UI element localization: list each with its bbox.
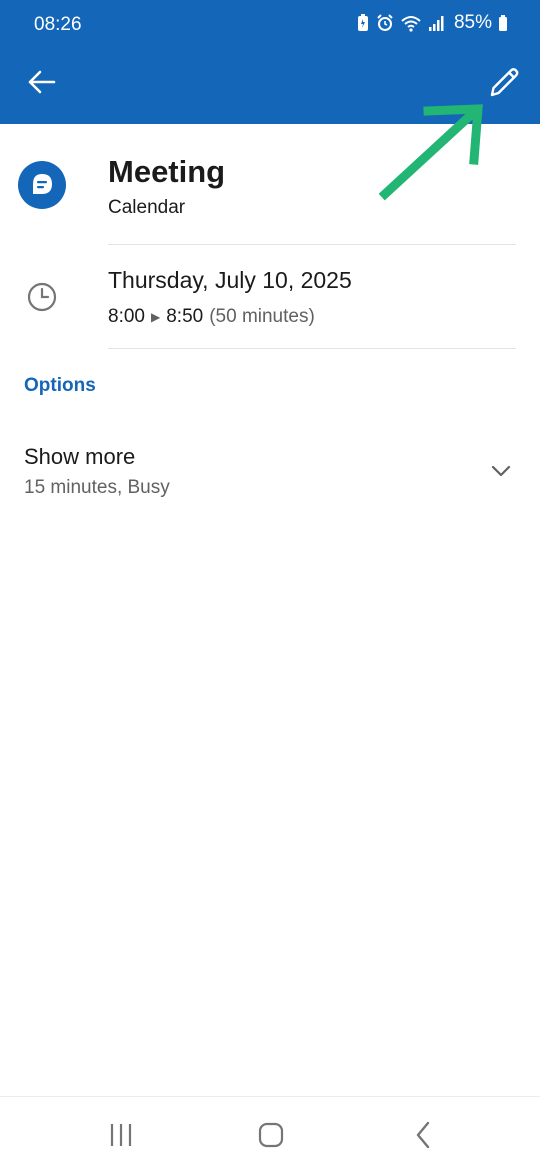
pencil-icon (490, 68, 519, 97)
event-date: Thursday, July 10, 2025 (108, 267, 352, 293)
battery-icon (499, 15, 507, 31)
edit-button[interactable] (484, 62, 524, 102)
status-time: 08:26 (34, 14, 82, 35)
back-button[interactable] (24, 64, 60, 100)
options-heading: Options (24, 375, 96, 396)
chevron-down-icon (491, 465, 511, 477)
app-bar: 08:26 85% (0, 0, 540, 124)
event-calendar: Calendar (108, 197, 186, 218)
event-end-time: 8:50 (166, 306, 204, 327)
home-button[interactable] (253, 1117, 289, 1153)
battery-percentage: 85% (453, 12, 492, 33)
home-icon (258, 1122, 284, 1148)
recent-apps-button[interactable] (104, 1117, 140, 1153)
wifi-icon (401, 16, 421, 32)
battery-saver-icon (357, 14, 368, 31)
signal-icon (428, 16, 444, 31)
arrow-left-icon (28, 70, 56, 94)
system-nav-bar (0, 1096, 540, 1171)
divider (108, 244, 516, 245)
alarm-icon (377, 14, 393, 31)
play-triangle-icon: ▶ (150, 310, 161, 324)
clock-icon (27, 282, 57, 312)
show-more-row[interactable]: Show more 15 minutes, Busy (0, 430, 540, 516)
status-icons: 85% (356, 12, 508, 34)
chevron-left-icon (416, 1121, 430, 1149)
system-back-button[interactable] (406, 1117, 442, 1153)
event-chat-icon (18, 161, 66, 209)
show-more-detail: 15 minutes, Busy (24, 477, 170, 498)
show-more-label: Show more (24, 444, 136, 469)
event-time-range: 8:00 ▶ 8:50 (50 minutes) (108, 306, 315, 328)
event-duration: (50 minutes) (209, 306, 315, 327)
divider (108, 348, 516, 349)
event-start-time: 8:00 (108, 306, 145, 327)
event-title: Meeting (108, 154, 226, 189)
recent-apps-icon (110, 1124, 132, 1146)
